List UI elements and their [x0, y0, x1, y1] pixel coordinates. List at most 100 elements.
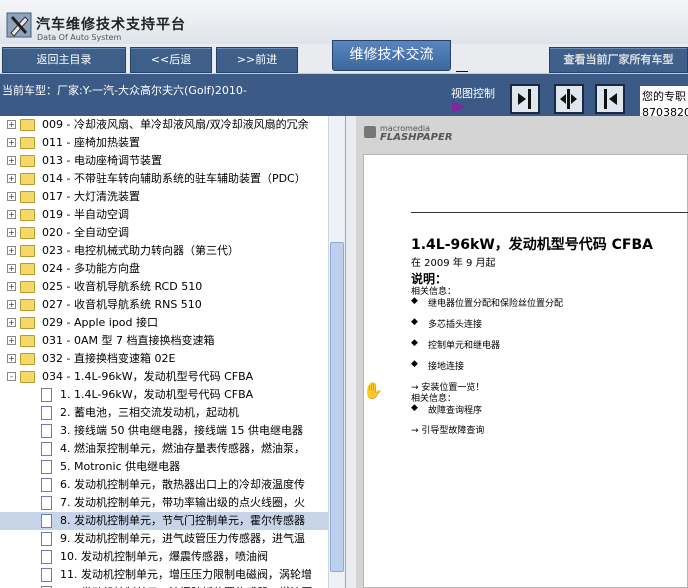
pane-splitter[interactable]	[346, 116, 356, 588]
folder-icon	[20, 299, 35, 311]
expand-icon[interactable]: +	[7, 246, 16, 255]
expand-icon[interactable]: +	[7, 138, 16, 147]
expand-icon[interactable]: +	[7, 156, 16, 165]
expand-icon[interactable]: +	[7, 336, 16, 345]
folder-icon	[20, 245, 35, 257]
tree-item-label: 3. 接线端 50 供电继电器，接线端 15 供电继电器	[60, 424, 303, 437]
manufacturer-models-button[interactable]: 查看当前厂家所有车型	[549, 47, 688, 73]
tree-folder-item[interactable]: +024 - 多功能方向盘	[0, 260, 330, 278]
link-underline[interactable]	[456, 71, 468, 72]
expand-icon[interactable]: +	[7, 282, 16, 291]
tools-logo-icon	[6, 12, 32, 38]
play-arrow-icon[interactable]	[452, 101, 466, 113]
folder-icon	[20, 119, 35, 131]
tree-item-label: 011 - 座椅加热装置	[42, 136, 140, 149]
tech-forum-button[interactable]: 维修技术交流	[332, 40, 451, 71]
flashpaper-logo-icon	[364, 126, 376, 138]
expand-icon[interactable]: +	[7, 300, 16, 309]
expand-icon[interactable]: +	[7, 174, 16, 183]
back-button[interactable]: <<后退	[130, 47, 212, 73]
expand-icon[interactable]: +	[7, 264, 16, 273]
tree-doc-item[interactable]: 7. 发动机控制单元，带功率输出级的点火线圈，火	[0, 494, 330, 512]
tree-item-label: 020 - 全自动空调	[42, 226, 129, 239]
tree-item-label: 025 - 收音机导航系统 RCD 510	[42, 280, 203, 293]
expand-left-button[interactable]	[595, 84, 625, 114]
tree-doc-item[interactable]: 1. 1.4L-96kW，发动机型号代码 CFBA	[0, 386, 330, 404]
tree-folder-item[interactable]: +020 - 全自动空调	[0, 224, 330, 242]
expand-icon[interactable]: +	[7, 210, 16, 219]
fault-procedure-link[interactable]: 故障查询程序	[428, 403, 482, 416]
tree-item-label: 7. 发动机控制单元，带功率输出级的点火线圈，火	[60, 496, 305, 509]
tree-doc-item[interactable]: 5. Motronic 供电继电器	[0, 458, 330, 476]
scroll-thumb[interactable]	[330, 242, 344, 572]
related-link[interactable]: 继电器位置分配和保险丝位置分配	[428, 296, 563, 309]
split-view-button[interactable]	[554, 84, 584, 114]
tree-folder-item[interactable]: - 034 - 1.4L-96kW，发动机型号代码 CFBA	[0, 368, 330, 386]
tree-scrollbar[interactable]	[328, 116, 345, 588]
tree-folder-item[interactable]: +013 - 电动座椅调节装置	[0, 152, 330, 170]
document-icon	[41, 478, 52, 492]
tree-folder-item[interactable]: +009 - 冷却液风扇、单冷却液风扇/双冷却液风扇的冗余	[0, 116, 330, 134]
tree-folder-item[interactable]: +014 - 不带驻车转向辅助系统的驻车辅助装置（PDC）	[0, 170, 330, 188]
tree-folder-item[interactable]: +029 - Apple ipod 接口	[0, 314, 330, 332]
folder-icon	[20, 227, 35, 239]
tree-folder-item[interactable]: +031 - 0AM 型 7 档直接换档变速箱	[0, 332, 330, 350]
expand-icon[interactable]: +	[7, 228, 16, 237]
bullet-icon: ◆	[411, 296, 418, 306]
expand-right-button[interactable]	[510, 84, 540, 114]
tree-item-label: 1. 1.4L-96kW，发动机型号代码 CFBA	[60, 388, 254, 401]
tree-item-label: 8. 发动机控制单元，节气门控制单元，霍尔传感器	[60, 514, 305, 527]
tree-doc-item[interactable]: 10. 发动机控制单元，爆震传感器，喷油阀	[0, 548, 330, 566]
bullet-icon: ◆	[411, 338, 418, 348]
guided-fault-link[interactable]: → 引导型故障查询	[411, 423, 484, 436]
tree-folder-item[interactable]: +017 - 大灯清洗装置	[0, 188, 330, 206]
tree-folder-item[interactable]: +025 - 收音机导航系统 RCD 510	[0, 278, 330, 296]
home-button[interactable]: 返回主目录	[2, 47, 126, 73]
bullet-icon: ◆	[411, 317, 418, 327]
tree-doc-item[interactable]: 6. 发动机控制单元，散热器出口上的冷却液温度传	[0, 476, 330, 494]
header: 汽车维修技术支持平台 Data Of Auto System	[0, 0, 688, 44]
tree-doc-item[interactable]: 2. 蓄电池，三相交流发动机，起动机	[0, 404, 330, 422]
tree-folder-item[interactable]: +027 - 收音机导航系统 RNS 510	[0, 296, 330, 314]
forward-button[interactable]: >>前进	[216, 47, 298, 73]
tree-doc-item[interactable]: 8. 发动机控制单元，节气门控制单元，霍尔传感器	[0, 512, 330, 530]
folder-icon	[20, 155, 35, 167]
expand-icon[interactable]: +	[7, 354, 16, 363]
service-contact-panel: 您的专职 87038200	[640, 86, 688, 120]
tree-folder-item[interactable]: +019 - 半自动空调	[0, 206, 330, 224]
document-icon	[41, 424, 52, 438]
expand-icon[interactable]: +	[7, 318, 16, 327]
collapse-icon[interactable]: -	[7, 372, 16, 381]
tree-item-label: 10. 发动机控制单元，爆震传感器，喷油阀	[60, 550, 268, 563]
expand-icon[interactable]: +	[7, 192, 16, 201]
tree-item-label: 9. 发动机控制单元，进气歧管压力传感器，进气温	[60, 532, 305, 545]
contact-text: 您的专职	[642, 90, 686, 103]
app-subtitle: Data Of Auto System	[37, 33, 122, 42]
tree-folder-item[interactable]: +011 - 座椅加热装置	[0, 134, 330, 152]
related-link[interactable]: 多芯插头连接	[428, 317, 482, 330]
folder-icon	[20, 317, 35, 329]
view-control-label: 视图控制	[451, 87, 495, 100]
tree-doc-item[interactable]: 4. 燃油泵控制单元，燃油存量表传感器，燃油泵，	[0, 440, 330, 458]
document-date: 在 2009 年 9 月起	[411, 258, 496, 269]
document-viewer: macromedia FLASHPAPER 1.4L-96kW，发动机型号代码 …	[356, 116, 688, 588]
expand-left-icon	[604, 89, 617, 109]
tree-item-label: 034 - 1.4L-96kW，发动机型号代码 CFBA	[42, 370, 254, 383]
tree-item-label: 027 - 收音机导航系统 RNS 510	[42, 298, 202, 311]
related-link[interactable]: 控制单元和继电器	[428, 338, 500, 351]
tree-item-label: 11. 发动机控制单元，增压压力限制电磁阀，涡轮增	[60, 568, 312, 581]
tree-doc-item[interactable]: 11. 发动机控制单元，增压压力限制电磁阀，涡轮增	[0, 566, 330, 584]
tree-doc-item[interactable]: 9. 发动机控制单元，进气歧管压力传感器，进气温	[0, 530, 330, 548]
document-icon	[41, 406, 52, 420]
tree-folder-item[interactable]: +023 - 电控机械式助力转向器（第三代）	[0, 242, 330, 260]
tree-item-label: 031 - 0AM 型 7 档直接换档变速箱	[42, 334, 215, 347]
document-icon	[41, 514, 52, 528]
status-bar: 当前车型：厂家:Y-一汽-大众高尔夫六(Golf)2010- 视图控制	[0, 74, 688, 116]
document-icon	[41, 568, 52, 582]
split-view-icon	[560, 89, 577, 109]
tree-doc-item[interactable]: 12. 发动机控制单元，油门踏板位置传感器，燃油压	[0, 584, 330, 588]
related-link[interactable]: 接地连接	[428, 359, 464, 372]
tree-folder-item[interactable]: +032 - 直接换档变速箱 02E	[0, 350, 330, 368]
expand-icon[interactable]: +	[7, 120, 16, 129]
tree-doc-item[interactable]: 3. 接线端 50 供电继电器，接线端 15 供电继电器	[0, 422, 330, 440]
